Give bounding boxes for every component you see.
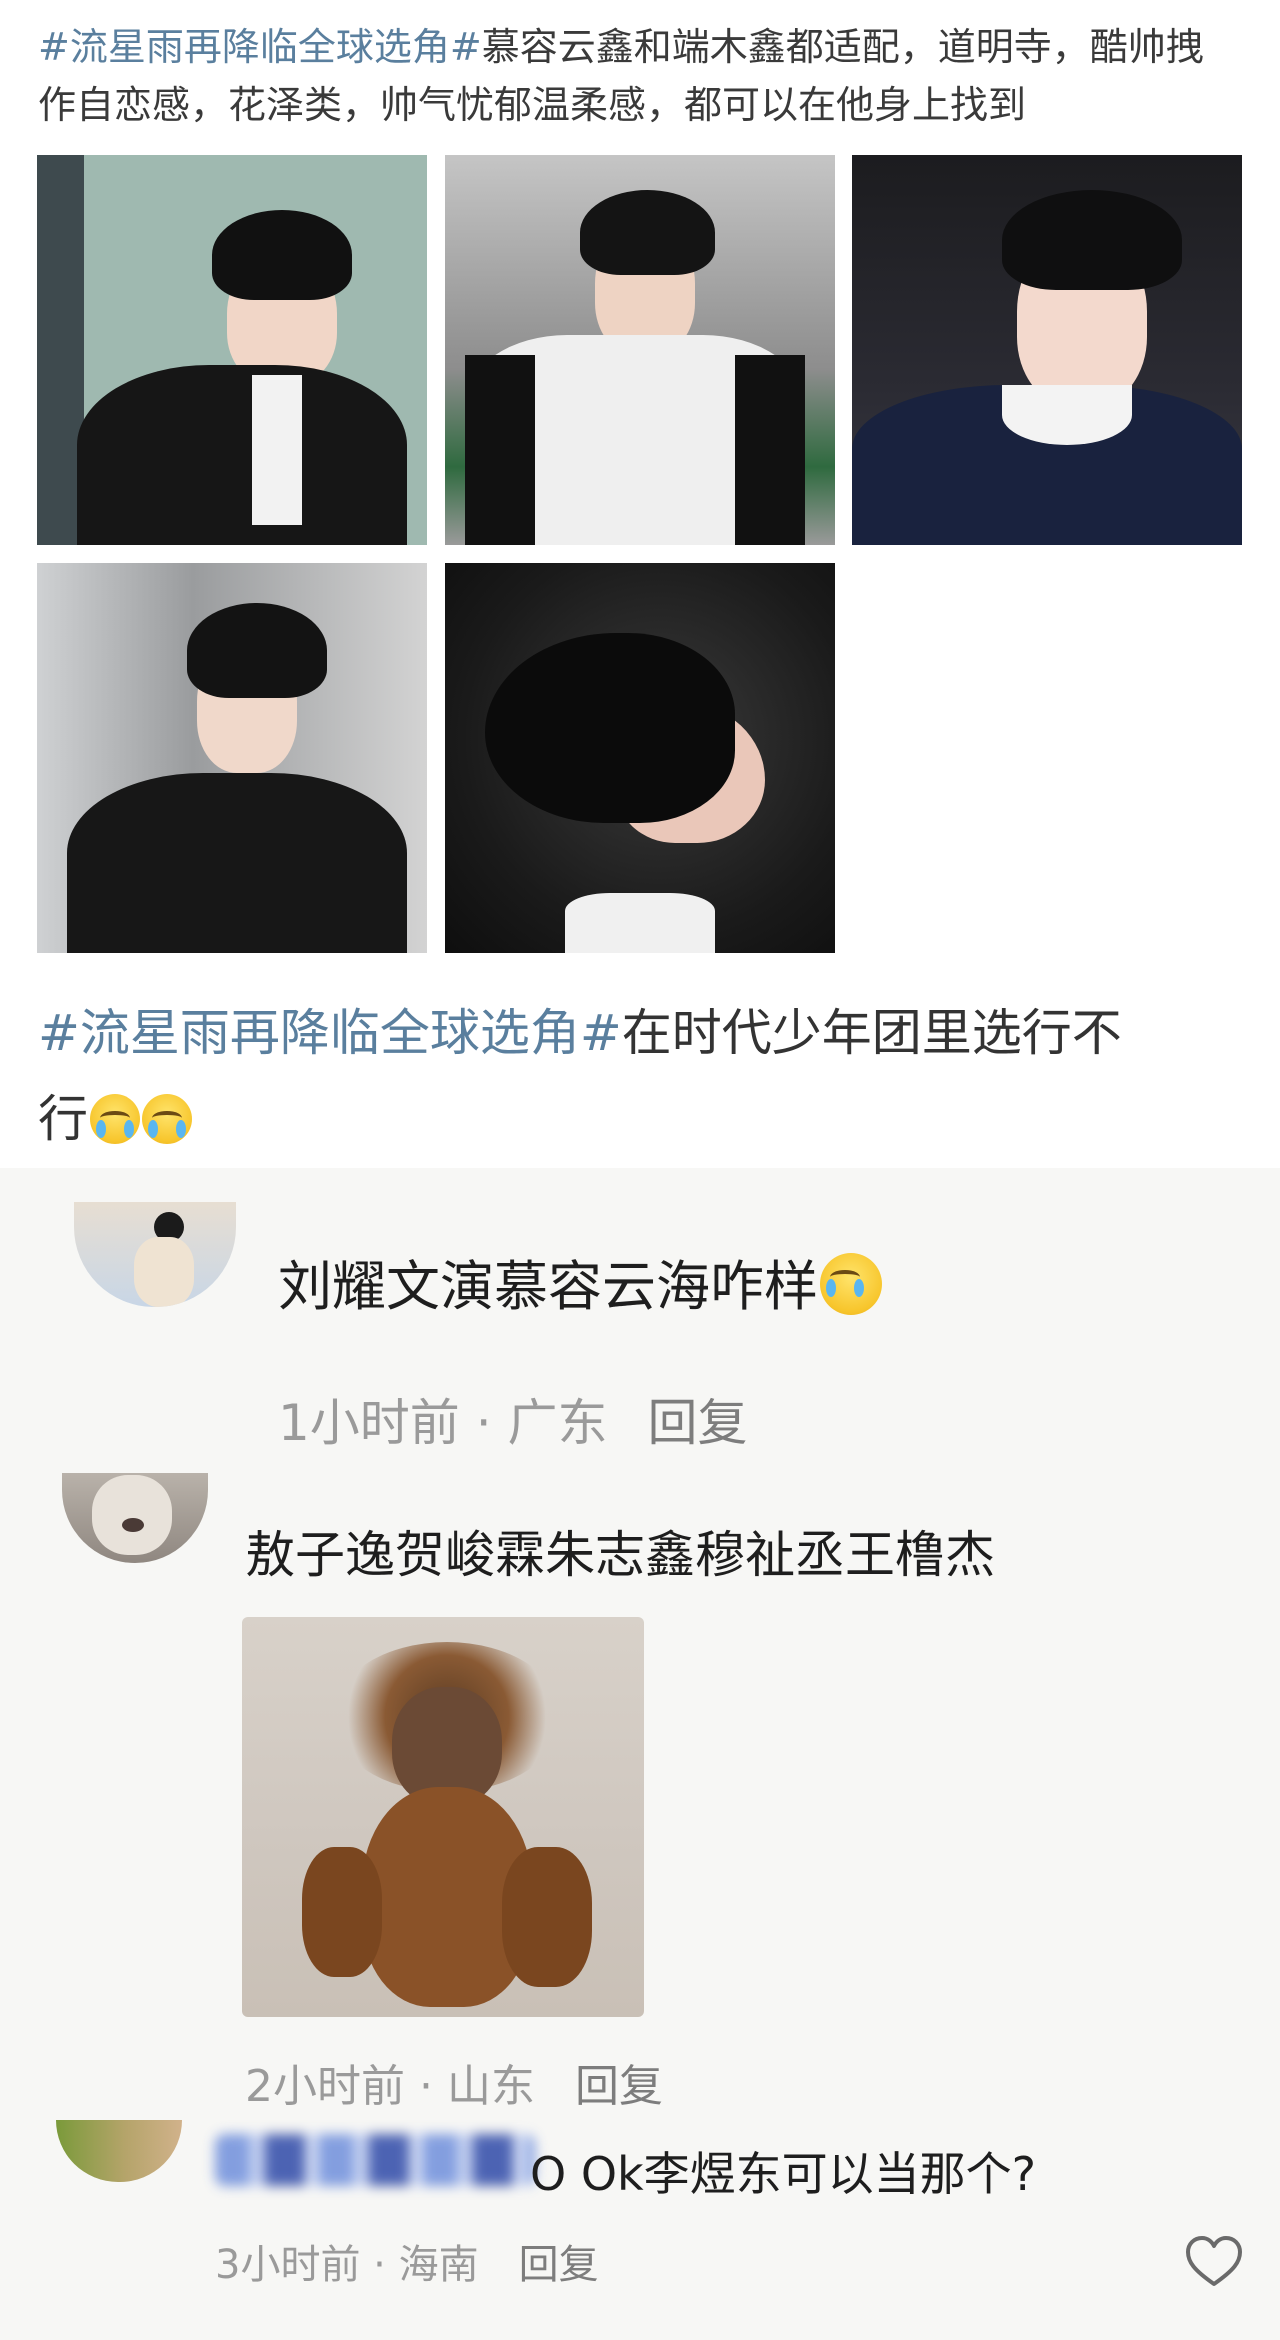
crying-laughing-emoji-icon	[142, 1094, 192, 1144]
post-photo-5[interactable]	[445, 563, 835, 953]
post-photo-1[interactable]	[37, 155, 427, 545]
comment-time: 2小时前	[245, 2061, 405, 2112]
comment-meta: 2小时前 · 山东 回复	[245, 2061, 663, 2112]
crying-laughing-emoji-icon	[820, 1253, 882, 1315]
weibo-post-page: #流星雨再降临全球选角#慕容云鑫和端木鑫都适配，道明寺，酷帅拽作自恋感，花泽类，…	[0, 0, 1280, 2340]
comment-text: 刘耀文演慕容云海咋样	[278, 1242, 882, 1321]
repost-body-line1: 在时代少年团里选行不	[621, 1004, 1122, 1062]
comment-location: 广东	[507, 1394, 608, 1452]
post-photo-4[interactable]	[37, 563, 427, 953]
comment-time: 3小时前	[215, 2242, 361, 2288]
comment-author-name[interactable]	[278, 1190, 478, 1204]
comment-text: O Ok李煜东可以当那个?	[530, 2147, 1037, 2201]
post-photo-3[interactable]	[852, 155, 1242, 545]
repost-body-line2: 行	[38, 1090, 88, 1148]
comment-image-monkey[interactable]	[242, 1617, 644, 2017]
comment-meta: 1小时前 · 广东 回复	[278, 1394, 748, 1452]
crying-laughing-emoji-icon	[90, 1094, 140, 1144]
comment-text: 敖子逸贺峻霖朱志鑫穆祉丞王橹杰	[245, 1526, 995, 1584]
reply-button[interactable]: 回复	[575, 2061, 663, 2112]
comment-author-name-blurred[interactable]	[215, 2134, 535, 2186]
reply-button[interactable]: 回复	[648, 1394, 748, 1452]
reply-button[interactable]: 回复	[519, 2242, 599, 2288]
repost-text: #流星雨再降临全球选角#在时代少年团里选行不 行	[38, 990, 1238, 1162]
post-text: #流星雨再降临全球选角#慕容云鑫和端木鑫都适配，道明寺，酷帅拽作自恋感，花泽类，…	[38, 18, 1238, 134]
comment-location: 山东	[446, 2061, 535, 2112]
comment-author-name[interactable]	[245, 1466, 485, 1480]
comment-meta: 3小时前 · 海南 回复	[215, 2242, 599, 2288]
repost-hashtag[interactable]: #流星雨再降临全球选角#	[38, 1004, 622, 1062]
comment-text-content: 刘耀文演慕容云海咋样	[278, 1255, 818, 1318]
post-photo-2[interactable]	[445, 155, 835, 545]
comment-location: 海南	[398, 2242, 479, 2288]
comment-time: 1小时前	[278, 1394, 460, 1452]
post-hashtag[interactable]: #流星雨再降临全球选角#	[38, 25, 482, 69]
heart-icon[interactable]	[1184, 2232, 1244, 2292]
